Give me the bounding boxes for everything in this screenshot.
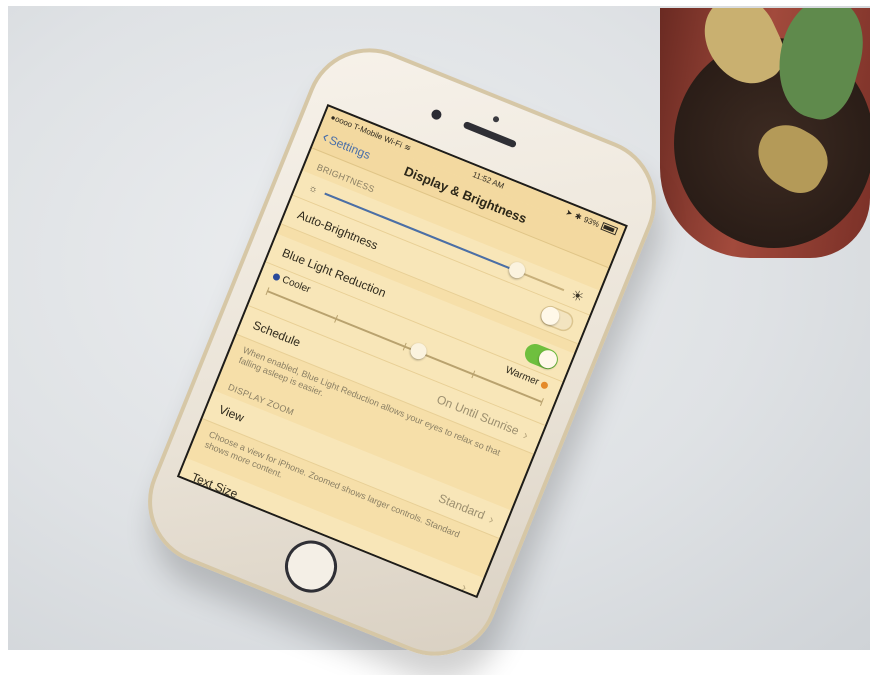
sun-large-icon: ☀ [568, 285, 587, 305]
sun-small-icon: ☼ [306, 182, 320, 196]
battery-percent: 93% [582, 214, 601, 229]
brightness-slider-knob[interactable] [506, 259, 528, 281]
chevron-right-icon: › [487, 511, 497, 527]
location-icon: ➤ [564, 207, 575, 218]
warmer-dot-icon [539, 380, 550, 390]
bluetooth-icon: ✱ [573, 210, 584, 222]
earpiece-speaker [462, 120, 518, 149]
text-size-label: Text Size [189, 469, 240, 502]
cooler-dot-icon [271, 272, 282, 282]
battery-icon [600, 221, 619, 236]
chevron-right-icon: › [521, 426, 531, 443]
view-label: View [216, 402, 246, 425]
chevron-right-icon: › [459, 578, 470, 595]
plant-pot [660, 8, 870, 258]
home-button[interactable] [277, 532, 345, 601]
proximity-sensor [492, 115, 500, 124]
front-camera [429, 108, 443, 122]
color-temperature-knob[interactable] [407, 340, 429, 362]
auto-brightness-toggle[interactable] [537, 302, 577, 335]
wifi-icon: ≋ [402, 141, 413, 153]
